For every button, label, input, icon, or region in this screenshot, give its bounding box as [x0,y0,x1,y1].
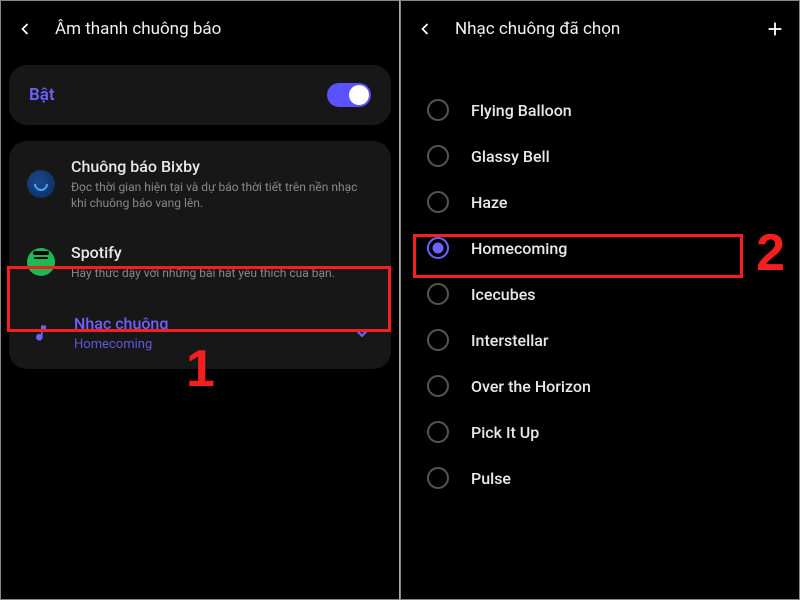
spotify-option[interactable]: Spotify Hãy thức dậy với những bài hát y… [9,227,391,297]
radio-icon [427,375,449,397]
page-title: Nhạc chuông đã chọn [455,19,620,39]
option-text: Spotify Hãy thức dậy với những bài hát y… [71,243,373,281]
ringtone-item[interactable]: Pulse [401,455,799,501]
alarm-sound-screen: Âm thanh chuông báo Bật Chuông báo Bixby… [0,0,400,600]
ringtone-item[interactable]: Flying Balloon [401,87,799,133]
radio-icon [427,467,449,489]
ringtone-label: Icecubes [471,285,536,304]
step-number-1: 1 [186,339,215,399]
step-number-2: 2 [756,223,785,283]
spotify-sub: Hãy thức dậy với những bài hát yêu thích… [71,265,373,281]
radio-icon [427,237,449,259]
bixby-title: Chuông báo Bixby [71,157,373,176]
radio-icon [427,99,449,121]
ringtone-label: Flying Balloon [471,101,572,120]
bixby-icon [27,170,55,198]
add-icon[interactable] [763,17,787,41]
ringtone-label: Glassy Bell [471,147,550,166]
toggle-label: Bật [29,85,55,105]
alarm-sound-toggle-row[interactable]: Bật [9,65,391,125]
sound-options-card: Chuông báo Bixby Đọc thời gian hiện tại … [9,141,391,369]
option-text: Chuông báo Bixby Đọc thời gian hiện tại … [71,157,373,211]
ringtone-item[interactable]: Over the Horizon [401,363,799,409]
ringtone-item[interactable]: Interstellar [401,317,799,363]
header: Âm thanh chuông báo [1,1,399,57]
radio-icon [427,329,449,351]
ringtone-item[interactable]: Homecoming [401,225,799,271]
ringtone-label: Pulse [471,469,511,488]
radio-icon [427,421,449,443]
ringtone-item[interactable]: Icecubes [401,271,799,317]
toggle-card: Bật [9,65,391,125]
bixby-alarm-option[interactable]: Chuông báo Bixby Đọc thời gian hiện tại … [9,141,391,227]
ringtone-label: Interstellar [471,331,549,350]
music-note-icon [30,322,52,344]
spotify-icon [27,248,55,276]
back-icon[interactable] [413,17,437,41]
bixby-sub: Đọc thời gian hiện tại và dự báo thời ti… [71,179,373,211]
page-title: Âm thanh chuông báo [55,19,221,39]
header: Nhạc chuông đã chọn [401,1,799,57]
ringtone-item[interactable]: Glassy Bell [401,133,799,179]
chevron-down-icon [351,322,373,344]
back-icon[interactable] [13,17,37,41]
ringtone-list: Flying Balloon Glassy Bell Haze Homecomi… [401,57,799,501]
radio-icon [427,191,449,213]
spotify-title: Spotify [71,243,373,262]
ringtone-picker-screen: Nhạc chuông đã chọn Flying Balloon Glass… [400,0,800,600]
ringtone-label: Pick It Up [471,423,539,442]
switch-knob [349,85,369,105]
radio-icon [427,145,449,167]
ringtone-label: Over the Horizon [471,377,591,396]
ringtone-label: Homecoming [471,239,567,258]
toggle-switch[interactable] [327,83,371,107]
ringtone-title: Nhạc chuông [74,314,351,333]
radio-icon [427,283,449,305]
ringtone-item[interactable]: Haze [401,179,799,225]
ringtone-item[interactable]: Pick It Up [401,409,799,455]
ringtone-label: Haze [471,193,507,212]
